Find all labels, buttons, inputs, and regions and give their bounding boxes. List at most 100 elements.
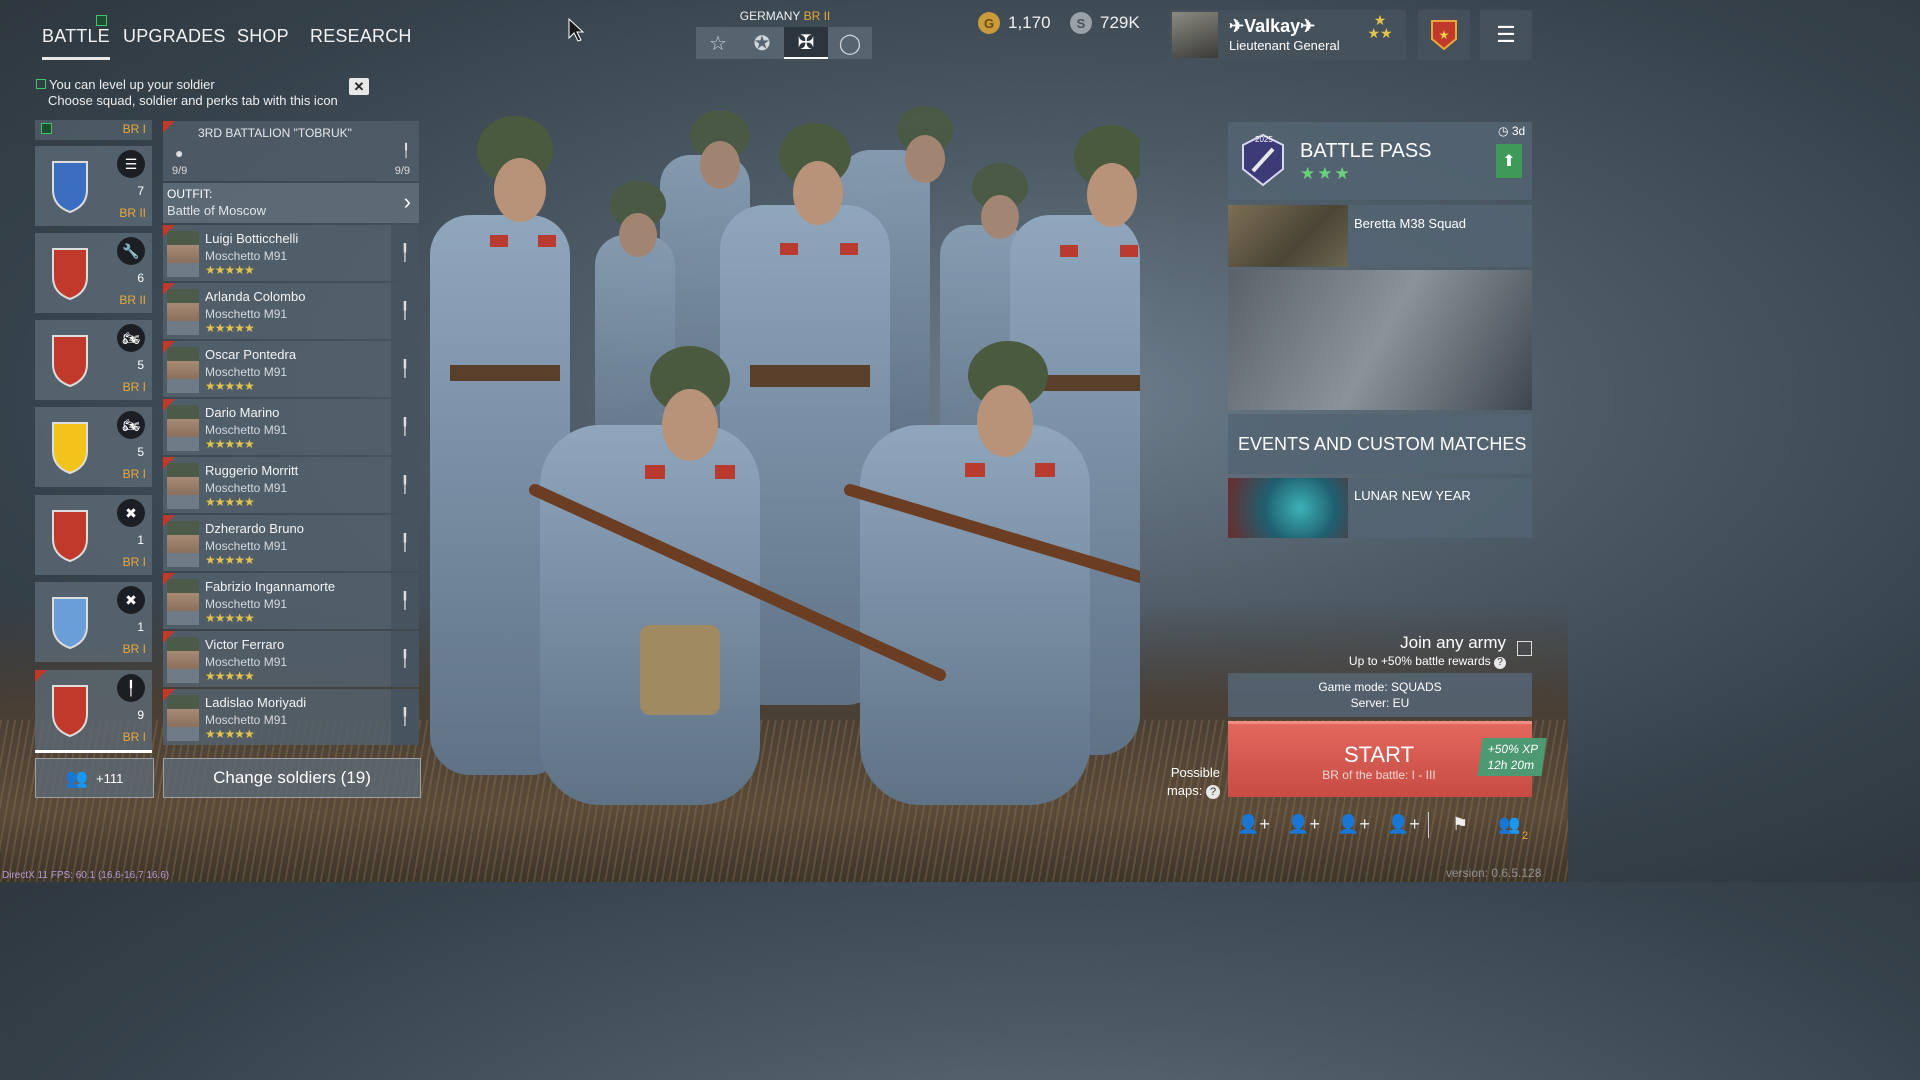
army-japan-circle-icon[interactable]: ◯ <box>828 27 872 59</box>
squad-card[interactable]: 🔧 6 BR II <box>35 233 152 313</box>
events-title: EVENTS AND CUSTOM MATCHES <box>1238 434 1527 454</box>
army-br: BR II <box>803 9 831 23</box>
squad-count: 7 <box>137 184 144 198</box>
soldier-name: Oscar Pontedra <box>205 347 297 362</box>
squad-card[interactable]: ✖ 1 BR I <box>35 582 152 662</box>
battalion-name: 3RD BATTALION "TOBRUK" <box>198 126 352 140</box>
soldier-row[interactable]: Luigi Botticchelli Moschetto M91 ★★★★★ ╿ <box>163 225 419 281</box>
battle-pass-timer: ◷ 3d <box>1498 124 1526 138</box>
soldier-name: Ladislao Moriyadi <box>205 695 307 710</box>
change-soldiers-button[interactable]: Change soldiers (19) <box>163 758 421 798</box>
ammo-icon: ╿ <box>391 631 419 687</box>
squad-count: 6 <box>137 271 144 285</box>
army-label: GERMANY BR II <box>700 9 870 23</box>
tab-research[interactable]: RESEARCH <box>310 26 412 47</box>
army-ussr-star-icon[interactable]: ✪ <box>740 27 784 59</box>
soldier-portrait <box>167 521 199 567</box>
join-any-army-subtitle: Up to +50% battle rewards ? <box>1300 654 1506 669</box>
rifle-icon: ╿ <box>117 674 145 702</box>
new-indicator-icon <box>36 79 46 89</box>
soldier-row[interactable]: Arlanda Colombo Moschetto M91 ★★★★★ ╿ <box>163 283 419 339</box>
battalion-count-left: 9/9 <box>172 165 188 177</box>
help-icon[interactable]: ? <box>1494 657 1506 669</box>
squad-emblem-icon <box>52 248 88 301</box>
clock-icon: ◷ <box>1498 124 1509 138</box>
invite-friend-icon[interactable]: 👤+ <box>1337 814 1370 835</box>
medal-icon: ★ <box>1431 20 1457 51</box>
party-count: 2 <box>1522 830 1529 842</box>
soldier-row[interactable]: Dzherardo Bruno Moschetto M91 ★★★★★ ╿ <box>163 515 419 571</box>
soldier-row[interactable]: Oscar Pontedra Moschetto M91 ★★★★★ ╿ <box>163 341 419 397</box>
promo-image <box>1228 205 1348 267</box>
squad-emblem-icon <box>52 422 88 475</box>
hamburger-icon: ☰ <box>1496 22 1516 47</box>
soldier-portrait <box>167 231 199 277</box>
soldier-name: Dzherardo Bruno <box>205 521 304 536</box>
squad-br: BR II <box>119 206 146 220</box>
army-selector: ☆ ✪ ✠ ◯ <box>696 27 872 59</box>
event-banner-image[interactable] <box>1228 270 1532 410</box>
tab-battle[interactable]: BATTLE <box>42 26 110 60</box>
squad-card[interactable]: 🏍 5 BR I <box>35 407 152 487</box>
ammo-icon: ╿ <box>391 515 419 571</box>
squad-emblem-icon <box>52 685 88 738</box>
tab-shop[interactable]: SHOP <box>237 26 289 47</box>
possible-maps-line2: maps: ? <box>1160 782 1220 800</box>
army-name: GERMANY <box>739 9 801 23</box>
silver-coin-icon: S <box>1070 12 1092 34</box>
soldier-row[interactable]: Ruggerio Morritt Moschetto M91 ★★★★★ ╿ <box>163 457 419 513</box>
soldier-portrait <box>167 695 199 741</box>
ammo-icon: ╿ <box>391 689 419 745</box>
lunar-event-image <box>1228 478 1348 538</box>
soldier-stars: ★★★★★ <box>205 495 255 509</box>
new-indicator-icon <box>41 123 52 134</box>
tab-upgrades[interactable]: UPGRADES <box>123 26 226 47</box>
squad-card[interactable]: ☰ 7 BR II <box>35 146 152 226</box>
people-icon: 👥 <box>65 767 89 788</box>
silver-balance[interactable]: S 729K <box>1070 12 1140 34</box>
flag-icon[interactable]: ⚑ <box>1452 814 1468 835</box>
rank-stars-icon: ★ ★★ <box>1367 12 1393 41</box>
party-icon[interactable]: 👥 <box>1498 814 1520 835</box>
squad-count: 1 <box>137 533 144 547</box>
soldier-row[interactable]: Fabrizio Ingannamorte Moschetto M91 ★★★★★ ╿ <box>163 573 419 629</box>
add-squad-button[interactable]: 👥 +111 <box>35 758 154 798</box>
menu-button[interactable]: ☰ <box>1480 10 1532 60</box>
invite-friend-icon[interactable]: 👤+ <box>1287 814 1320 835</box>
add-squad-count: +111 <box>96 770 124 786</box>
motorcycle-icon: 🏍 <box>117 411 145 439</box>
squad-card[interactable]: 🏍 5 BR I <box>35 320 152 400</box>
invite-friend-icon[interactable]: 👤+ <box>1237 814 1270 835</box>
game-mode-panel[interactable]: Game mode: SQUADS Server: EU <box>1228 673 1532 717</box>
join-any-army-label: Join any army <box>1400 633 1506 652</box>
gold-amount: 1,170 <box>1008 13 1051 32</box>
lunar-event-title: LUNAR NEW YEAR <box>1354 488 1471 503</box>
soldier-portrait <box>167 347 199 393</box>
squad-card[interactable]: ✖ 1 BR I <box>35 495 152 575</box>
army-germany-cross-icon[interactable]: ✠ <box>784 27 828 59</box>
upgrade-arrow-icon[interactable]: ⬆ <box>1496 144 1522 178</box>
soldier-row[interactable]: Ladislao Moriyadi Moschetto M91 ★★★★★ ╿ <box>163 689 419 745</box>
gold-balance[interactable]: G 1,170 <box>978 12 1051 34</box>
squad-br: BR I <box>122 730 146 744</box>
battle-pass-title: BATTLE PASS <box>1300 140 1432 162</box>
outfit-selector[interactable]: OUTFIT: Battle of Moscow › <box>163 183 419 223</box>
squad-emblem-icon <box>52 510 88 563</box>
soldier-row[interactable]: Victor Ferraro Moschetto M91 ★★★★★ ╿ <box>163 631 419 687</box>
player-name: ✈Valkay✈ <box>1229 16 1316 36</box>
xp-bonus-text: +50% XP <box>1486 742 1540 756</box>
squad-card[interactable]: ╿ 9 BR I <box>35 670 152 753</box>
possible-maps-line1: Possible <box>1170 765 1220 780</box>
avatar[interactable] <box>1172 12 1218 58</box>
soldier-row[interactable]: Dario Marino Moschetto M91 ★★★★★ ╿ <box>163 399 419 455</box>
close-hint-button[interactable]: ✕ <box>349 78 369 95</box>
possible-maps-link[interactable]: Possible maps: ? <box>1160 764 1220 800</box>
events-button[interactable]: EVENTS AND CUSTOM MATCHES <box>1228 414 1532 474</box>
squad-card-partial[interactable]: BR I <box>35 120 152 140</box>
invite-friend-icon[interactable]: 👤+ <box>1387 814 1420 835</box>
soldier-weapon: Moschetto M91 <box>205 481 288 495</box>
join-any-army-checkbox[interactable] <box>1517 641 1532 656</box>
army-usa-star-icon[interactable]: ☆ <box>696 27 740 59</box>
xp-bonus-badge: +50% XP 12h 20m <box>1477 738 1547 776</box>
medal-button[interactable]: ★ <box>1418 10 1470 60</box>
